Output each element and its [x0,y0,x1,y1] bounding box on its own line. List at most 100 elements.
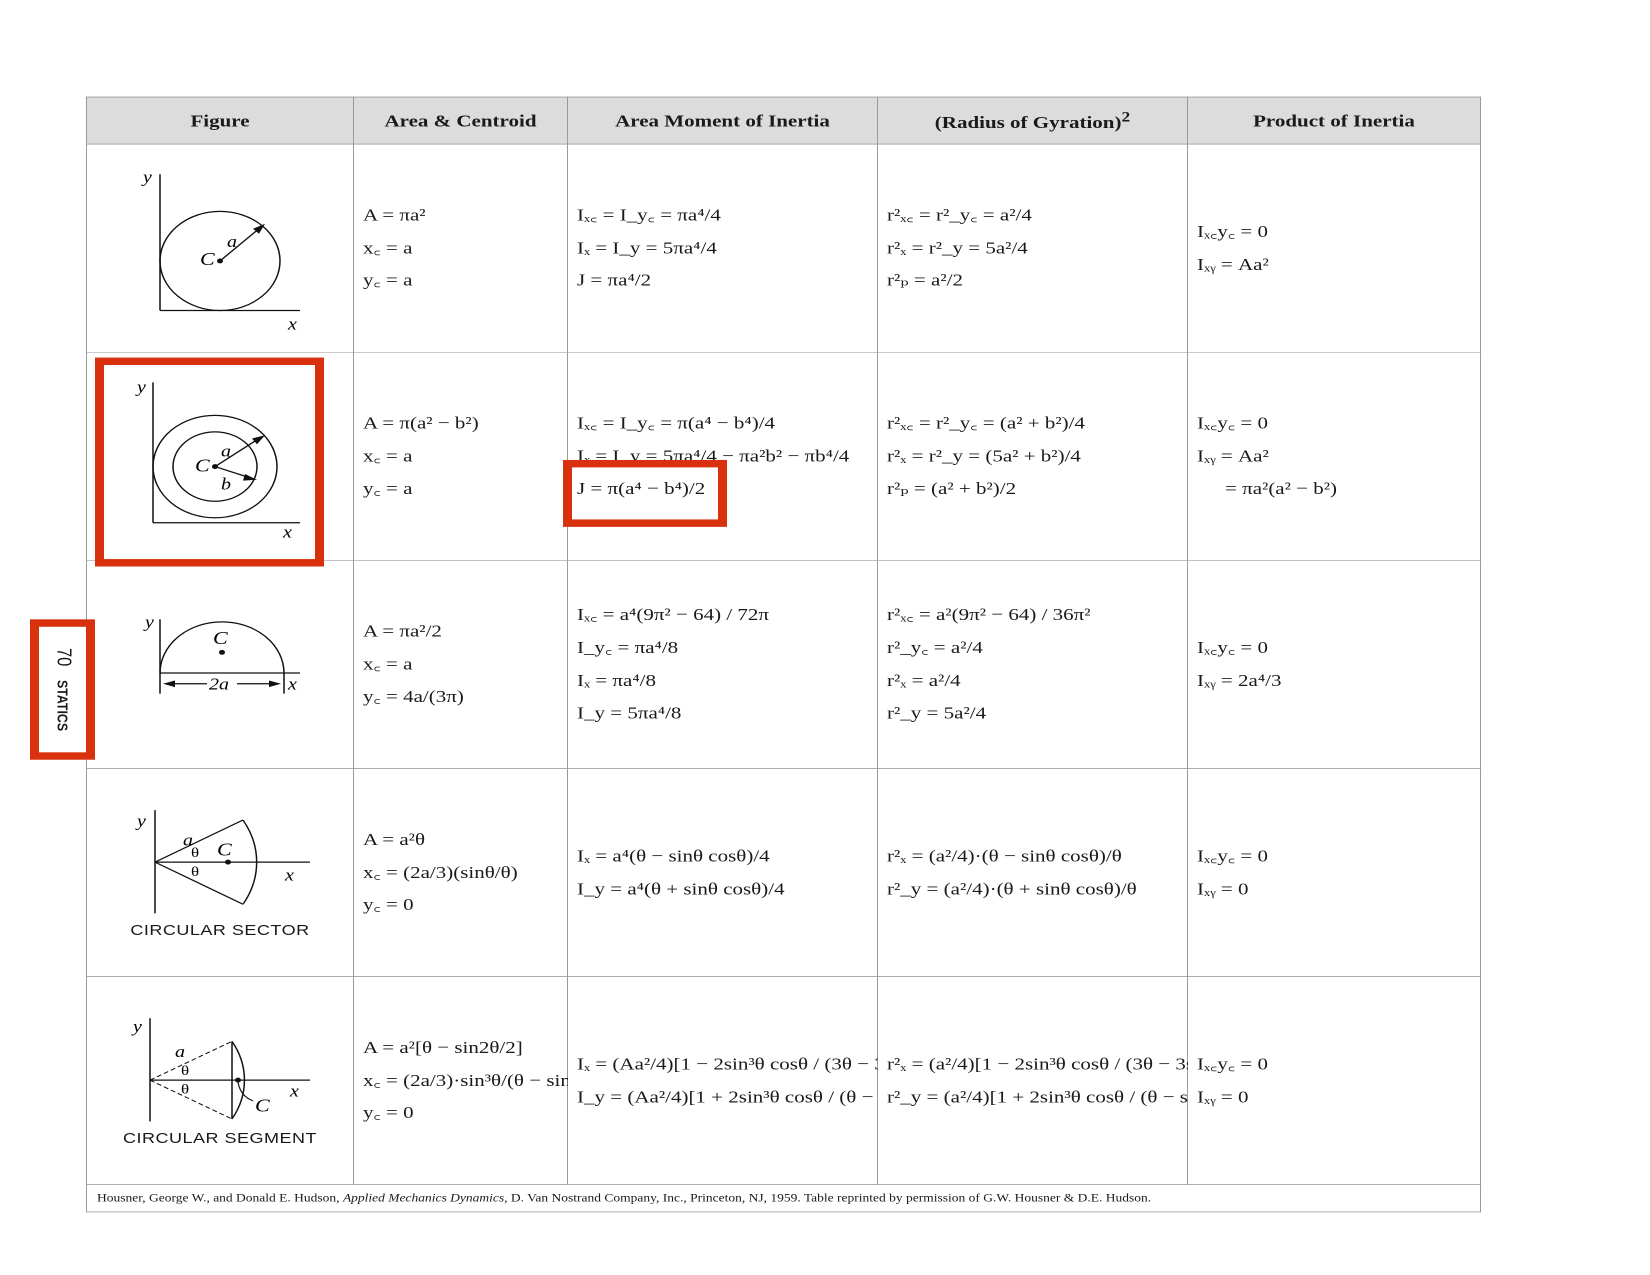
figure-cell: y x C a [86,143,354,353]
header-area-centroid: Area & Centroid [353,96,568,145]
header-row: Figure Area & Centroid Area Moment of In… [86,96,1481,145]
equation: y꜀ = 0 [363,1102,414,1123]
equation: r²ₓ = r²_y = 5a²/4 [887,237,1028,258]
svg-text:x: x [289,1082,299,1100]
header-product-of-inertia: Product of Inertia [1187,96,1481,145]
semicircle-figure: y x C 2a [143,613,300,694]
svg-text:x: x [284,866,294,884]
svg-text:a: a [175,1043,185,1061]
circle-figure: y x C a [141,168,300,331]
moment-cell: Iₓ = (Aa²/4)[1 − 2sin³θ cosθ / (3θ − 3si… [567,976,977,1186]
equation: I_y = a⁴(θ + sinθ cosθ)/4 [577,878,785,899]
table-row: y x a θ θ C CIRCULAR SECTOR A = a²θ x꜀ = (2… [86,767,1481,977]
equation-list: r²ₓ꜀ = a²(9π² − 64) / 36π² r²_y꜀ = a²/4 r²… [879,598,1186,730]
side-tab: 70 STATICS [30,619,95,760]
header-radius-text: (Radius of Gyration) [934,112,1122,133]
equation: r²_y꜀ = a²/4 [887,637,983,658]
equation: r²ₓ = (a²/4)·(θ − sinθ cosθ)/θ [887,845,1122,866]
equation: r²ₓ = r²_y = (5a² + b²)/4 [887,445,1081,466]
area-centroid-cell: A = πa² x꜀ = a y꜀ = a [353,143,568,353]
gyration-cell: r²ₓ = (a²/4)·(θ − sinθ cosθ)/θ r²_y = (a²… [877,767,1188,977]
equation: r²_y = (a²/4)[1 + 2sin³θ cosθ / (θ − sin… [887,1086,1272,1107]
equation: Iₓ꜀y꜀ = 0 [1197,220,1268,241]
product-cell: Iₓ꜀y꜀ = 0 Iₓᵧ = Aa² [1187,143,1481,353]
equation: Iₓᵧ = Aa² [1197,253,1269,274]
citation-publisher: , D. Van Nostrand Company, Inc., Princet… [504,1191,1152,1205]
equation: y꜀ = a [363,478,413,499]
equation: Iₓ꜀ = a⁴(9π² − 64) / 72π [577,604,770,625]
svg-text:θ: θ [191,845,199,860]
header-superscript: 2 [1121,108,1131,125]
equation: r²ₓ = (a²/4)[1 − 2sin³θ cosθ / (3θ − 3si… [887,1053,1278,1074]
citation-title: Applied Mechanics Dynamics [342,1191,505,1205]
svg-text:y: y [131,1018,143,1036]
svg-text:C: C [255,1096,270,1116]
equation: Iₓᵧ = 0 [1197,1086,1249,1107]
equation-list: r²ₓ = (a²/4)·(θ − sinθ cosθ)/θ r²_y = (a²… [879,840,1186,906]
equation-list: Iₓ꜀y꜀ = 0 Iₓᵧ = 0 [1189,840,1479,906]
product-cell: Iₓ꜀y꜀ = 0 Iₓᵧ = 0 [1187,976,1481,1186]
equation: r²ₚ = a²/2 [887,270,963,291]
page: Figure Area & Centroid Area Moment of In… [0,0,1650,1213]
area-centroid-cell: A = π(a² − b²) x꜀ = a y꜀ = a [353,351,568,561]
equation: I_y = (Aa²/4)[1 + 2sin³θ cosθ / (θ − sin… [577,1086,971,1107]
moment-cell: Iₓ꜀ = a⁴(9π² − 64) / 72π I_y꜀ = πa⁴/8 Iₓ =… [567,559,878,769]
table-row: y x C 2a A = πa²/2 x꜀ = a y꜀ = 4a/(3π) Iₓ꜀ =… [86,559,1481,769]
footer-row: Housner, George W., and Donald E. Hudson… [86,1184,1481,1213]
product-cell: Iₓ꜀y꜀ = 0 Iₓᵧ = 0 [1187,767,1481,977]
equation: A = a²θ [363,828,426,849]
header-figure: Figure [86,96,354,145]
svg-text:C: C [200,249,215,269]
equation: Iₓᵧ = 0 [1197,878,1249,899]
equation: r²_y = 5a²/4 [887,703,987,723]
svg-text:x: x [287,675,297,693]
svg-text:C: C [217,840,232,860]
equation-list: r²ₓ꜀ = r²_y꜀ = a²/4 r²ₓ = r²_y = 5a²/4 r²ₚ… [879,199,1186,298]
sector-figure: y x a θ θ C [135,810,310,914]
equation-list: A = πa² x꜀ = a y꜀ = a [355,199,566,298]
equation-list: Iₓ = (Aa²/4)[1 − 2sin³θ cosθ / (3θ − 3si… [569,1048,977,1114]
properties-table: Figure Area & Centroid Area Moment of In… [86,96,1481,1213]
equation: Iₓ꜀ = I_y꜀ = πa⁴/4 [577,204,721,225]
equation: I_y꜀ = πa⁴/8 [577,637,679,658]
product-cell: Iₓ꜀y꜀ = 0 Iₓᵧ = 2a⁴/3 [1187,559,1481,769]
equation: Iₓ = πa⁴/8 [577,670,657,690]
svg-text:x: x [287,315,297,331]
gyration-cell: r²ₓ꜀ = r²_y꜀ = a²/4 r²ₓ = r²_y = 5a²/4 r²ₚ… [877,143,1188,353]
equation-list: A = πa²/2 x꜀ = a y꜀ = 4a/(3π) [355,615,566,714]
moment-cell: Iₓ꜀ = I_y꜀ = π(a⁴ − b⁴)/4 Iₓ = I_y = 5πa⁴… [567,351,878,561]
equation-list: Iₓ꜀y꜀ = 0 Iₓᵧ = 0 [1189,1048,1479,1114]
equation: Iₓ꜀ = I_y꜀ = π(a⁴ − b⁴)/4 [577,412,776,433]
svg-text:2a: 2a [209,675,229,693]
equation: x꜀ = (2a/3)(sinθ/θ) [363,861,518,882]
svg-text:θ: θ [191,864,199,879]
svg-text:a: a [227,232,237,250]
svg-text:y: y [141,168,153,186]
equation: r²ₓ = a²/4 [887,670,961,690]
equation: J = πa⁴/2 [577,270,652,291]
equation: r²_y = (a²/4)·(θ + sinθ cosθ)/θ [887,878,1137,899]
equation-list: Iₓ꜀y꜀ = 0 Iₓᵧ = Aa² [1189,215,1479,281]
area-centroid-cell: A = a²θ x꜀ = (2a/3)(sinθ/θ) y꜀ = 0 [353,767,568,977]
equation: Iₓ = (Aa²/4)[1 − 2sin³θ cosθ / (3θ − 3si… [577,1053,977,1074]
equation: A = πa²/2 [363,620,442,641]
figure-caption: CIRCULAR SEGMENT [122,1129,318,1147]
equation: Iₓ = I_y = 5πa⁴/4 [577,237,717,258]
equation: Iₓ꜀y꜀ = 0 [1197,637,1268,658]
header-radius-of-gyration: (Radius of Gyration)2 [877,96,1188,145]
equation: Iₓ = a⁴(θ − sinθ cosθ)/4 [577,845,770,866]
area-centroid-cell: A = πa²/2 x꜀ = a y꜀ = 4a/(3π) [353,559,568,769]
equation-list: Iₓ = a⁴(θ − sinθ cosθ)/4 I_y = a⁴(θ + sin… [569,840,876,906]
figure-cell: y x a θ θ C CIRCULAR SECTOR [86,767,354,977]
equation: r²ₓ꜀ = r²_y꜀ = (a² + b²)/4 [887,412,1085,433]
equation: Iₓᵧ = 2a⁴/3 [1197,670,1282,690]
equation-list: Iₓ꜀y꜀ = 0 Iₓᵧ = 2a⁴/3 [1189,631,1479,697]
gyration-cell: r²ₓ꜀ = a²(9π² − 64) / 36π² r²_y꜀ = a²/4 r²… [877,559,1188,769]
equation-list: A = a²θ x꜀ = (2a/3)(sinθ/θ) y꜀ = 0 [355,823,566,922]
figure-cell: y x a θ θ C CIRCULAR SEGMENT [86,976,354,1186]
gyration-cell: r²ₓ = (a²/4)[1 − 2sin³θ cosθ / (3θ − 3si… [877,976,1278,1186]
segment-figure: y x a θ θ C [131,1018,310,1122]
section-label: STATICS [53,679,70,732]
equation: = πa²(a² − b²) [1225,478,1338,499]
page-number: 70 [52,647,74,667]
